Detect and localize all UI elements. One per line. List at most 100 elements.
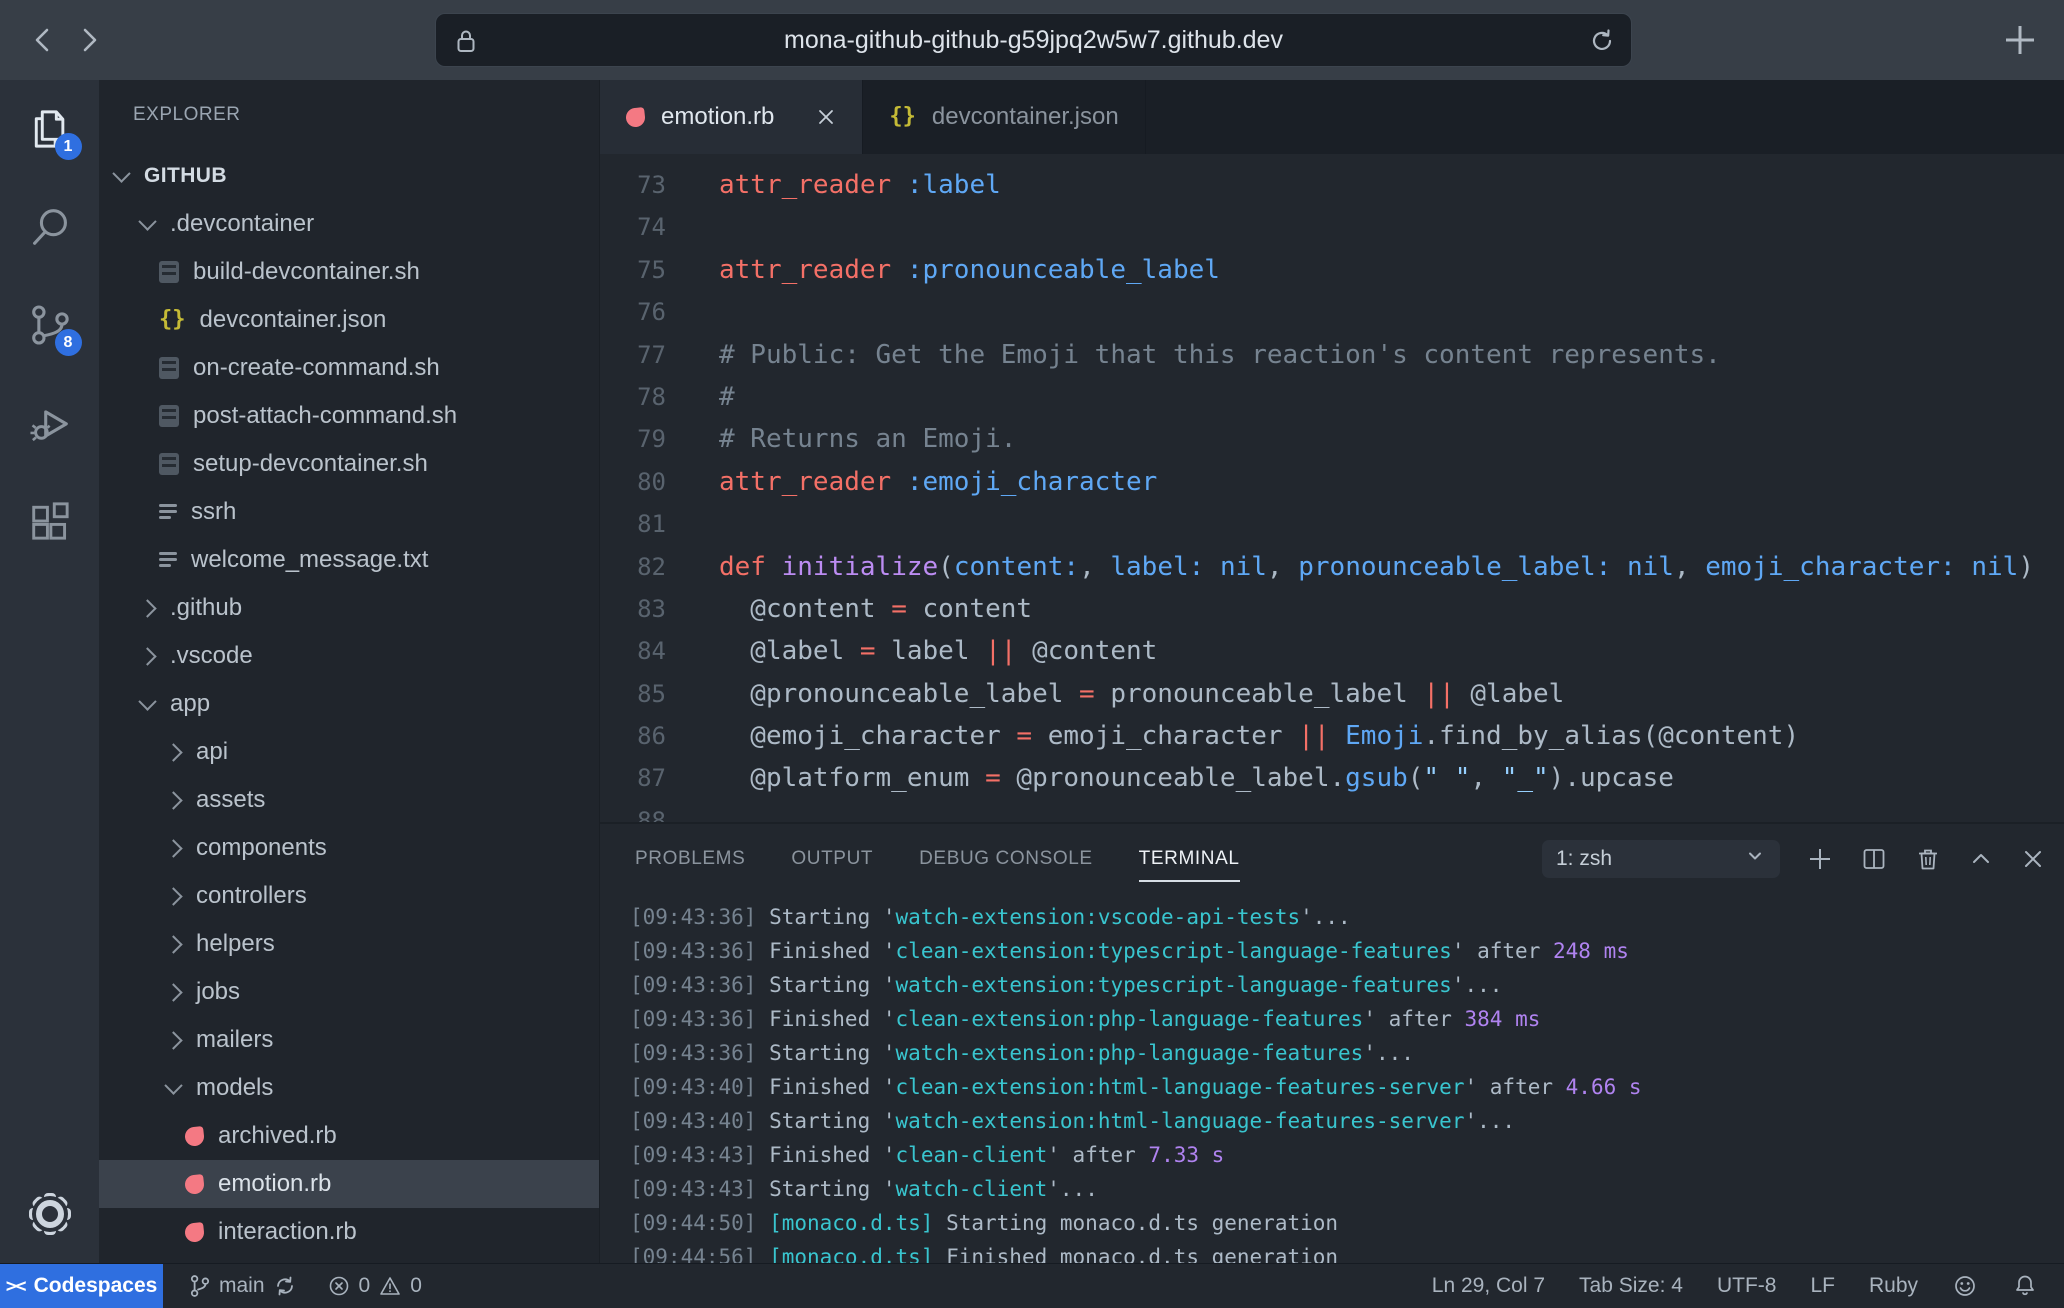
encoding-indicator[interactable]: UTF-8	[1717, 1274, 1777, 1298]
tree-item-components[interactable]: components	[99, 824, 600, 872]
chevron-right-icon	[164, 839, 182, 857]
tree-item-app[interactable]: app	[99, 680, 600, 728]
tree-item-assets[interactable]: assets	[99, 776, 600, 824]
tree-item-post-attach-command-sh[interactable]: post-attach-command.sh	[99, 392, 600, 440]
code-editor[interactable]: 73attr_reader :label7475attr_reader :pro…	[600, 154, 2064, 822]
tree-item--github[interactable]: .github	[99, 584, 600, 632]
tree-item--devcontainer[interactable]: .devcontainer	[99, 200, 600, 248]
warning-icon	[378, 1274, 402, 1298]
code-text: @pronounceable_label = pronounceable_lab…	[719, 673, 1564, 715]
chevron-right-icon	[164, 791, 182, 809]
language-mode[interactable]: Ruby	[1869, 1274, 1918, 1298]
maximize-panel-button[interactable]	[1968, 846, 1994, 872]
close-panel-button[interactable]	[2020, 846, 2046, 872]
branch-indicator[interactable]: main	[189, 1274, 297, 1298]
codespaces-remote-button[interactable]: >< Codespaces	[0, 1264, 163, 1308]
vscode-workbench: 1 8	[0, 80, 2064, 1263]
tree-item-jobs[interactable]: jobs	[99, 968, 600, 1016]
tree-item-interaction-rb[interactable]: interaction.rb	[99, 1208, 600, 1256]
panel-tab-terminal[interactable]: TERMINAL	[1139, 824, 1240, 894]
tree-item-welcome-message-txt[interactable]: welcome_message.txt	[99, 536, 600, 584]
text-file-icon	[159, 504, 177, 520]
tree-item-mailers[interactable]: mailers	[99, 1016, 600, 1064]
terminal-line: [09:43:36] Finished 'clean-extension:php…	[630, 1002, 2064, 1036]
tree-item-label: emotion.rb	[218, 1170, 331, 1198]
split-terminal-button[interactable]	[1860, 845, 1888, 873]
remote-indicator-icon: ><	[6, 1275, 25, 1297]
tree-item-label: devcontainer.json	[200, 306, 387, 334]
panel-tab-problems[interactable]: PROBLEMS	[635, 824, 745, 894]
problems-indicator[interactable]: 0 0	[327, 1274, 422, 1298]
tree-item-label: assets	[196, 786, 265, 814]
panel-tab-output[interactable]: OUTPUT	[791, 824, 873, 894]
notifications-bell-icon[interactable]	[2012, 1273, 2038, 1299]
terminal-output[interactable]: [09:43:36] Starting 'watch-extension:vsc…	[600, 894, 2064, 1265]
terminal-line: [09:43:36] Starting 'watch-extension:typ…	[630, 968, 2064, 1002]
kill-terminal-button[interactable]	[1914, 845, 1942, 873]
shell-file-icon	[159, 405, 179, 427]
trash-icon	[1914, 845, 1942, 873]
tree-item-label: helpers	[196, 930, 275, 958]
browser-back-button[interactable]	[24, 22, 60, 58]
tree-item-label: jobs	[196, 978, 240, 1006]
chevron-right-icon	[138, 599, 156, 617]
tree-item-controllers[interactable]: controllers	[99, 872, 600, 920]
split-editor-icon	[1860, 845, 1888, 873]
activity-extensions-button[interactable]	[0, 472, 99, 570]
close-icon[interactable]	[816, 107, 836, 127]
activity-search-button[interactable]	[0, 178, 99, 276]
tree-item-setup-devcontainer-sh[interactable]: setup-devcontainer.sh	[99, 440, 600, 488]
code-line: 82def initialize(content:, label: nil, p…	[600, 546, 2064, 588]
url-text: mona-github-github-g59jpq2w5w7.github.de…	[436, 26, 1631, 55]
terminal-line: [09:44:50] [monaco.d.ts] Starting monaco…	[630, 1206, 2064, 1240]
chevron-right-icon	[164, 887, 182, 905]
code-text: # Returns an Emoji.	[719, 418, 1016, 460]
eol-indicator[interactable]: LF	[1810, 1274, 1835, 1298]
tree-item-helpers[interactable]: helpers	[99, 920, 600, 968]
codespaces-browser-window: mona-github-github-g59jpq2w5w7.github.de…	[0, 0, 2064, 1308]
tree-item-archived-rb[interactable]: archived.rb	[99, 1112, 600, 1160]
code-line: 83 @content = content	[600, 588, 2064, 630]
code-text: attr_reader :pronounceable_label	[719, 249, 1220, 291]
panel-tab-debug-console[interactable]: DEBUG CONSOLE	[919, 824, 1093, 894]
lock-icon	[454, 28, 478, 59]
tree-item-api[interactable]: api	[99, 728, 600, 776]
bottom-panel: PROBLEMS OUTPUT DEBUG CONSOLE TERMINAL 1: z…	[600, 822, 2064, 1263]
code-text: # Public: Get the Emoji that this reacti…	[719, 334, 1721, 376]
reload-icon[interactable]	[1589, 28, 1615, 59]
new-tab-button[interactable]	[1998, 18, 2042, 67]
terminal-line: [09:43:36] Starting 'watch-extension:php…	[630, 1036, 2064, 1070]
feedback-smiley-icon[interactable]	[1952, 1273, 1978, 1299]
tree-item-github[interactable]: GITHUB	[99, 152, 600, 200]
code-line: 76	[600, 291, 2064, 333]
error-icon	[327, 1274, 351, 1298]
line-number: 84	[600, 630, 666, 672]
editor-tab-devcontainer-json[interactable]: {}devcontainer.json	[863, 80, 1145, 154]
sync-icon	[273, 1274, 297, 1298]
tree-item-label: .devcontainer	[170, 210, 314, 238]
editor-tab-emotion-rb[interactable]: emotion.rb	[600, 80, 863, 154]
tab-size-indicator[interactable]: Tab Size: 4	[1579, 1274, 1683, 1298]
settings-button[interactable]	[0, 1191, 99, 1237]
code-text: def initialize(content:, label: nil, pro…	[719, 546, 2034, 588]
new-terminal-button[interactable]	[1806, 845, 1834, 873]
activity-source-control-button[interactable]: 8	[0, 276, 99, 374]
file-tree: GITHUB .devcontainer build-devcontainer.sh…	[99, 152, 599, 1256]
tree-item--vscode[interactable]: .vscode	[99, 632, 600, 680]
tree-item-ssrh[interactable]: ssrh	[99, 488, 600, 536]
editor-region: emotion.rb{}devcontainer.json 73attr_rea…	[600, 80, 2064, 1263]
tree-item-build-devcontainer-sh[interactable]: build-devcontainer.sh	[99, 248, 600, 296]
tree-item-devcontainer-json[interactable]: {}devcontainer.json	[99, 296, 600, 344]
activity-explorer-button[interactable]: 1	[0, 80, 99, 178]
activity-run-debug-button[interactable]	[0, 374, 99, 472]
cursor-position[interactable]: Ln 29, Col 7	[1432, 1274, 1545, 1298]
browser-forward-button[interactable]	[72, 22, 108, 58]
terminal-shell-selector[interactable]: 1: zsh	[1542, 840, 1780, 878]
tree-item-models[interactable]: models	[99, 1064, 600, 1112]
address-bar[interactable]: mona-github-github-g59jpq2w5w7.github.de…	[435, 13, 1632, 67]
tree-item-on-create-command-sh[interactable]: on-create-command.sh	[99, 344, 600, 392]
code-line: 75attr_reader :pronounceable_label	[600, 249, 2064, 291]
code-line: 80attr_reader :emoji_character	[600, 461, 2064, 503]
tree-item-emotion-rb[interactable]: emotion.rb	[99, 1160, 600, 1208]
chevron-right-icon	[164, 983, 182, 1001]
